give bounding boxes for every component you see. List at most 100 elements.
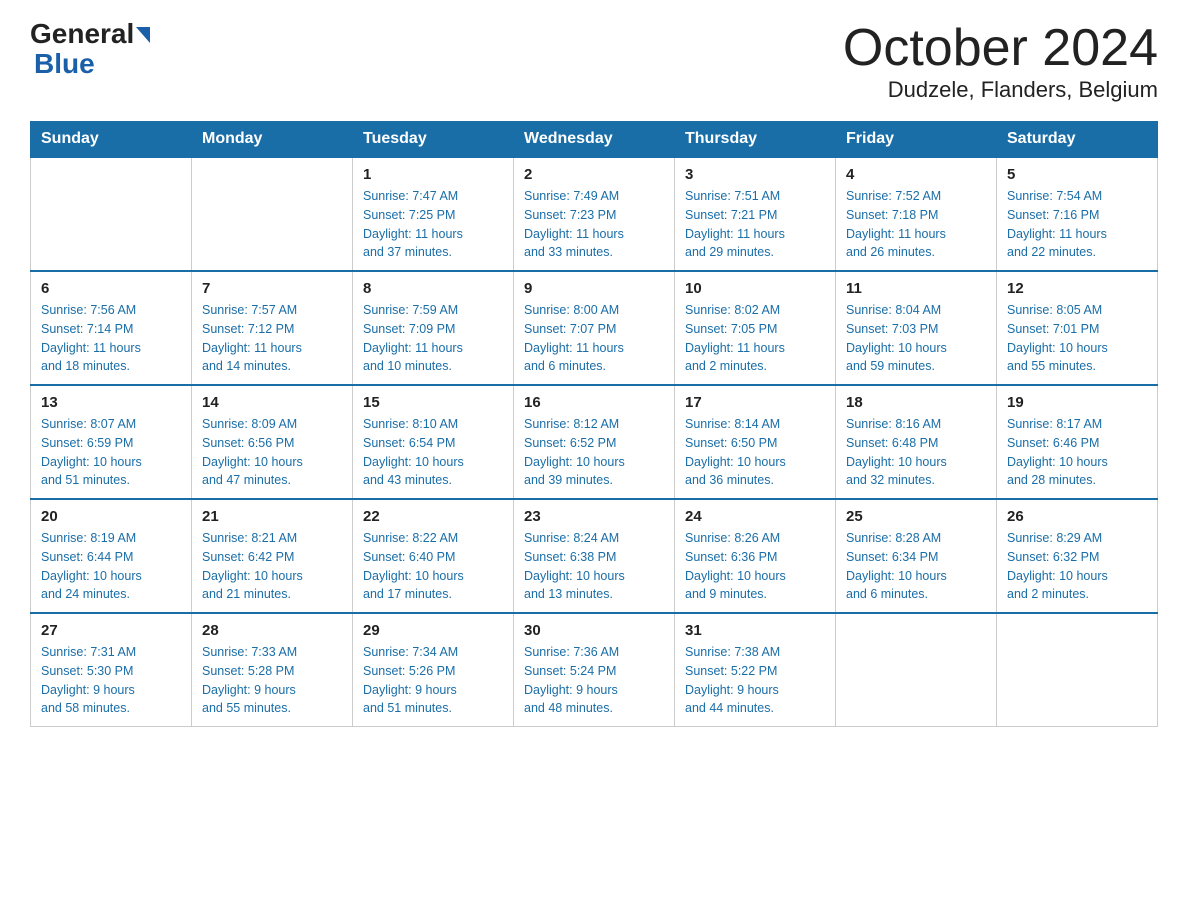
day-number: 16 (524, 394, 664, 411)
day-info: Sunrise: 8:17 AM Sunset: 6:46 PM Dayligh… (1007, 415, 1147, 490)
calendar-cell: 3 Sunrise: 7:51 AM Sunset: 7:21 PM Daylig… (675, 157, 836, 271)
calendar-cell: 2 Sunrise: 7:49 AM Sunset: 7:23 PM Daylig… (514, 157, 675, 271)
logo-arrow-icon (136, 27, 150, 43)
day-number: 4 (846, 166, 986, 183)
calendar-cell: 6 Sunrise: 7:56 AM Sunset: 7:14 PM Daylig… (31, 271, 192, 385)
logo-blue-text: Blue (34, 48, 95, 79)
day-info: Sunrise: 8:28 AM Sunset: 6:34 PM Dayligh… (846, 529, 986, 604)
logo-general-text: General (30, 20, 134, 48)
day-number: 29 (363, 622, 503, 639)
title-area: October 2024 Dudzele, Flanders, Belgium (843, 20, 1158, 103)
day-info: Sunrise: 8:09 AM Sunset: 6:56 PM Dayligh… (202, 415, 342, 490)
day-info: Sunrise: 8:04 AM Sunset: 7:03 PM Dayligh… (846, 301, 986, 376)
calendar-cell: 30 Sunrise: 7:36 AM Sunset: 5:24 PM Dayli… (514, 613, 675, 727)
day-number: 3 (685, 166, 825, 183)
calendar-week-row: 1Sunrise: 7:47 AM Sunset: 7:25 PM Daylig… (31, 157, 1158, 271)
day-info: Sunrise: 7:31 AM Sunset: 5:30 PM Dayligh… (41, 643, 181, 718)
day-info: Sunrise: 7:56 AM Sunset: 7:14 PM Dayligh… (41, 301, 181, 376)
calendar-table: SundayMondayTuesdayWednesdayThursdayFrid… (30, 121, 1158, 727)
day-number: 20 (41, 508, 181, 525)
calendar-cell: 10 Sunrise: 8:02 AM Sunset: 7:05 PM Dayli… (675, 271, 836, 385)
day-info: Sunrise: 8:22 AM Sunset: 6:40 PM Dayligh… (363, 529, 503, 604)
month-title: October 2024 (843, 20, 1158, 77)
day-number: 10 (685, 280, 825, 297)
day-number: 17 (685, 394, 825, 411)
calendar-cell: 9 Sunrise: 8:00 AM Sunset: 7:07 PM Daylig… (514, 271, 675, 385)
calendar-cell: 29 Sunrise: 7:34 AM Sunset: 5:26 PM Dayli… (353, 613, 514, 727)
page-header: General Blue October 2024 Dudzele, Fland… (30, 20, 1158, 103)
day-info: Sunrise: 7:51 AM Sunset: 7:21 PM Dayligh… (685, 187, 825, 262)
day-number: 8 (363, 280, 503, 297)
day-info: Sunrise: 8:19 AM Sunset: 6:44 PM Dayligh… (41, 529, 181, 604)
day-info: Sunrise: 7:59 AM Sunset: 7:09 PM Dayligh… (363, 301, 503, 376)
day-info: Sunrise: 7:33 AM Sunset: 5:28 PM Dayligh… (202, 643, 342, 718)
day-info: Sunrise: 7:54 AM Sunset: 7:16 PM Dayligh… (1007, 187, 1147, 262)
day-info: Sunrise: 7:49 AM Sunset: 7:23 PM Dayligh… (524, 187, 664, 262)
calendar-cell (192, 157, 353, 271)
calendar-cell: 15Sunrise: 8:10 AM Sunset: 6:54 PM Dayli… (353, 385, 514, 499)
day-info: Sunrise: 8:26 AM Sunset: 6:36 PM Dayligh… (685, 529, 825, 604)
day-info: Sunrise: 8:21 AM Sunset: 6:42 PM Dayligh… (202, 529, 342, 604)
day-number: 30 (524, 622, 664, 639)
calendar-cell: 17 Sunrise: 8:14 AM Sunset: 6:50 PM Dayli… (675, 385, 836, 499)
calendar-cell (997, 613, 1158, 727)
day-info: Sunrise: 7:36 AM Sunset: 5:24 PM Dayligh… (524, 643, 664, 718)
day-number: 2 (524, 166, 664, 183)
calendar-cell: 7Sunrise: 7:57 AM Sunset: 7:12 PM Daylig… (192, 271, 353, 385)
calendar-cell: 24 Sunrise: 8:26 AM Sunset: 6:36 PM Dayli… (675, 499, 836, 613)
calendar-cell: 14Sunrise: 8:09 AM Sunset: 6:56 PM Dayli… (192, 385, 353, 499)
day-info: Sunrise: 8:14 AM Sunset: 6:50 PM Dayligh… (685, 415, 825, 490)
day-number: 6 (41, 280, 181, 297)
calendar-cell: 8 Sunrise: 7:59 AM Sunset: 7:09 PM Daylig… (353, 271, 514, 385)
weekday-header-monday: Monday (192, 122, 353, 158)
location-title: Dudzele, Flanders, Belgium (843, 77, 1158, 103)
day-number: 13 (41, 394, 181, 411)
day-number: 22 (363, 508, 503, 525)
day-info: Sunrise: 7:38 AM Sunset: 5:22 PM Dayligh… (685, 643, 825, 718)
weekday-header-wednesday: Wednesday (514, 122, 675, 158)
calendar-cell: 25 Sunrise: 8:28 AM Sunset: 6:34 PM Dayli… (836, 499, 997, 613)
calendar-cell: 12 Sunrise: 8:05 AM Sunset: 7:01 PM Dayli… (997, 271, 1158, 385)
logo: General (30, 20, 150, 48)
calendar-week-row: 20 Sunrise: 8:19 AM Sunset: 6:44 PM Dayli… (31, 499, 1158, 613)
day-info: Sunrise: 7:34 AM Sunset: 5:26 PM Dayligh… (363, 643, 503, 718)
day-number: 9 (524, 280, 664, 297)
day-number: 23 (524, 508, 664, 525)
logo-area: General Blue (30, 20, 150, 80)
day-info: Sunrise: 8:12 AM Sunset: 6:52 PM Dayligh… (524, 415, 664, 490)
day-number: 12 (1007, 280, 1147, 297)
day-number: 28 (202, 622, 342, 639)
day-info: Sunrise: 8:24 AM Sunset: 6:38 PM Dayligh… (524, 529, 664, 604)
day-info: Sunrise: 8:00 AM Sunset: 7:07 PM Dayligh… (524, 301, 664, 376)
calendar-cell: 27Sunrise: 7:31 AM Sunset: 5:30 PM Dayli… (31, 613, 192, 727)
calendar-cell: 23 Sunrise: 8:24 AM Sunset: 6:38 PM Dayli… (514, 499, 675, 613)
day-info: Sunrise: 8:02 AM Sunset: 7:05 PM Dayligh… (685, 301, 825, 376)
day-info: Sunrise: 7:57 AM Sunset: 7:12 PM Dayligh… (202, 301, 342, 376)
calendar-cell: 1Sunrise: 7:47 AM Sunset: 7:25 PM Daylig… (353, 157, 514, 271)
calendar-cell: 22 Sunrise: 8:22 AM Sunset: 6:40 PM Dayli… (353, 499, 514, 613)
calendar-week-row: 6 Sunrise: 7:56 AM Sunset: 7:14 PM Daylig… (31, 271, 1158, 385)
calendar-cell: 5 Sunrise: 7:54 AM Sunset: 7:16 PM Daylig… (997, 157, 1158, 271)
weekday-header-sunday: Sunday (31, 122, 192, 158)
weekday-header-thursday: Thursday (675, 122, 836, 158)
day-number: 31 (685, 622, 825, 639)
calendar-cell: 31 Sunrise: 7:38 AM Sunset: 5:22 PM Dayli… (675, 613, 836, 727)
day-number: 21 (202, 508, 342, 525)
calendar-cell: 11Sunrise: 8:04 AM Sunset: 7:03 PM Dayli… (836, 271, 997, 385)
calendar-header-row: SundayMondayTuesdayWednesdayThursdayFrid… (31, 122, 1158, 158)
day-number: 24 (685, 508, 825, 525)
day-info: Sunrise: 8:05 AM Sunset: 7:01 PM Dayligh… (1007, 301, 1147, 376)
day-number: 25 (846, 508, 986, 525)
day-info: Sunrise: 8:07 AM Sunset: 6:59 PM Dayligh… (41, 415, 181, 490)
day-number: 1 (363, 166, 503, 183)
day-number: 5 (1007, 166, 1147, 183)
calendar-cell (836, 613, 997, 727)
calendar-cell: 18Sunrise: 8:16 AM Sunset: 6:48 PM Dayli… (836, 385, 997, 499)
calendar-week-row: 13 Sunrise: 8:07 AM Sunset: 6:59 PM Dayli… (31, 385, 1158, 499)
calendar-cell: 13 Sunrise: 8:07 AM Sunset: 6:59 PM Dayli… (31, 385, 192, 499)
weekday-header-friday: Friday (836, 122, 997, 158)
day-number: 18 (846, 394, 986, 411)
calendar-cell: 21 Sunrise: 8:21 AM Sunset: 6:42 PM Dayli… (192, 499, 353, 613)
day-info: Sunrise: 7:52 AM Sunset: 7:18 PM Dayligh… (846, 187, 986, 262)
day-number: 19 (1007, 394, 1147, 411)
